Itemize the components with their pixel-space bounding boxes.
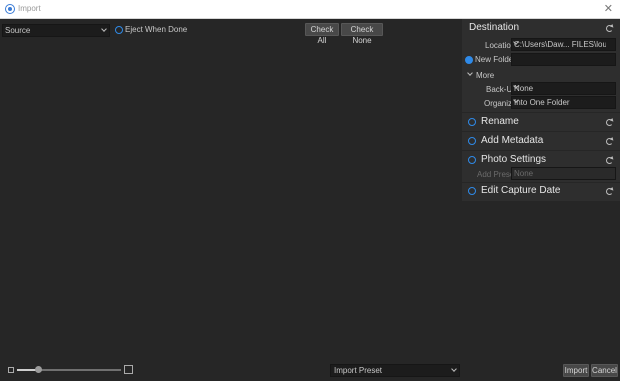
thumbnail-small-icon[interactable]	[8, 367, 14, 373]
rename-title[interactable]: Rename	[481, 116, 519, 127]
add-metadata-title[interactable]: Add Metadata	[481, 135, 543, 146]
location-select[interactable]: C:\Users\Daw... FILES\loupe	[511, 38, 616, 51]
backup-select[interactable]: None	[511, 82, 616, 95]
divider	[462, 131, 620, 132]
reset-icon[interactable]	[606, 25, 613, 32]
divider	[462, 112, 620, 113]
eject-when-done-radio[interactable]	[115, 26, 123, 34]
photo-settings-radio[interactable]	[468, 156, 476, 164]
reset-icon[interactable]	[606, 119, 613, 126]
reset-icon[interactable]	[606, 157, 613, 164]
app-circle-icon	[5, 4, 15, 14]
thumbnail-large-icon[interactable]	[124, 365, 133, 374]
more-toggle[interactable]: More	[476, 71, 494, 80]
thumbnail-size-slider-knob[interactable]	[35, 366, 42, 373]
new-folder-label: New Folder	[475, 55, 516, 64]
import-button[interactable]: Import	[563, 364, 589, 377]
title-bar: Import ✕	[0, 0, 620, 19]
add-metadata-radio[interactable]	[468, 137, 476, 145]
thumbnail-grid-area	[0, 19, 462, 381]
window-title: Import	[18, 4, 41, 13]
chevron-down-icon	[451, 366, 457, 372]
divider	[462, 150, 620, 151]
check-none-button[interactable]: Check None	[341, 23, 383, 45]
location-value: C:\Users\Daw... FILES\loupe	[514, 40, 606, 49]
import-preset-label: Import Preset	[334, 366, 383, 375]
edit-capture-date-radio[interactable]	[468, 187, 476, 195]
reset-icon[interactable]	[606, 138, 613, 145]
check-all-button[interactable]: Check All	[305, 23, 339, 45]
organize-select[interactable]: Into One Folder	[511, 96, 616, 109]
eject-when-done-label: Eject When Done	[125, 25, 188, 34]
close-icon[interactable]: ✕	[604, 2, 613, 15]
source-label: Source	[5, 26, 31, 35]
new-folder-radio[interactable]	[465, 56, 473, 64]
photo-settings-title[interactable]: Photo Settings	[481, 154, 546, 165]
source-select[interactable]: Source	[2, 24, 110, 37]
destination-title[interactable]: Destination	[469, 22, 519, 33]
organize-value: Into One Folder	[514, 98, 570, 107]
chevron-down-icon	[101, 26, 107, 32]
edit-capture-date-title[interactable]: Edit Capture Date	[481, 185, 561, 196]
cancel-button[interactable]: Cancel	[591, 364, 618, 377]
add-preset-value: None	[514, 169, 534, 178]
import-preset-select[interactable]: Import Preset	[330, 364, 460, 377]
rename-radio[interactable]	[468, 118, 476, 126]
new-folder-input[interactable]	[511, 53, 616, 66]
add-preset-select: None	[511, 167, 616, 180]
divider	[462, 182, 620, 183]
reset-icon[interactable]	[606, 188, 613, 195]
